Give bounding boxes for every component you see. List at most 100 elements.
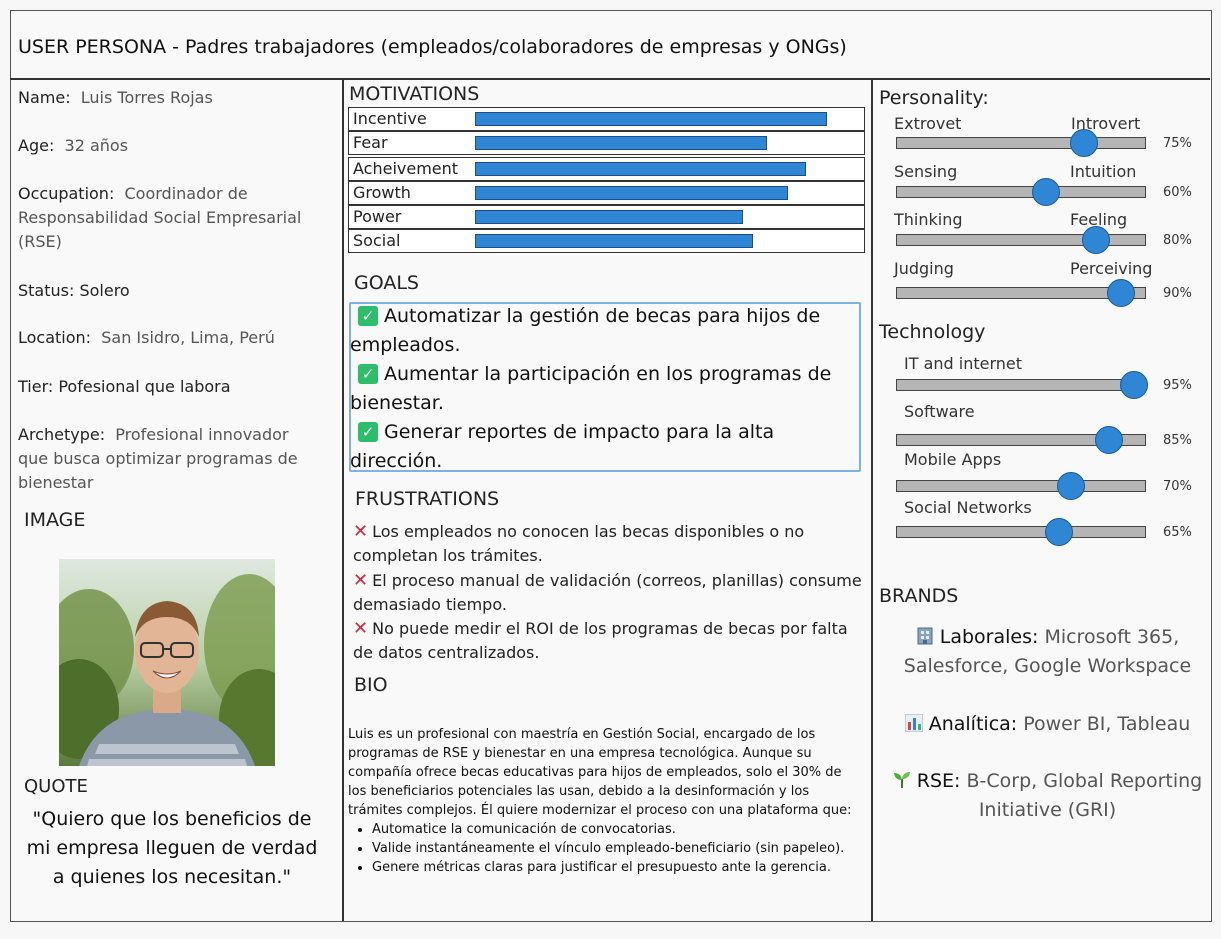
brand-item: Analítica: Power BI, Tableau [885, 710, 1210, 739]
technology-slider[interactable] [896, 518, 1146, 546]
motivation-label: Power [353, 207, 402, 226]
motivation-row: Incentive [348, 107, 865, 131]
brand-value: Power BI, Tableau [1023, 713, 1191, 735]
trait-percent: 75% [1163, 136, 1192, 151]
trait-left-label: Extrovet [894, 114, 962, 133]
cross-icon: ✕ [353, 521, 369, 542]
tech-percent: 70% [1163, 479, 1192, 494]
motivation-bar [475, 112, 827, 126]
location-field: Location: San Isidro, Lima, Perú [18, 326, 328, 350]
page-title: USER PERSONA - Padres trabajadores (empl… [18, 36, 847, 58]
bio-paragraph: Luis es un profesional con maestría en G… [348, 727, 852, 818]
checkmark-icon: ✓ [358, 364, 378, 384]
tech-label: Software [904, 402, 975, 421]
name-label: Name: [18, 88, 71, 107]
trait-left-label: Thinking [894, 210, 963, 229]
motivation-label: Incentive [353, 109, 427, 128]
motivation-row: Social [348, 229, 865, 253]
age-value: 32 años [64, 136, 129, 155]
slider-knob[interactable] [1070, 129, 1098, 157]
brand-label: Analítica: [928, 713, 1018, 735]
brand-item: Laborales: Microsoft 365, Salesforce, Go… [885, 623, 1210, 681]
motivation-row: Fear [348, 131, 865, 155]
slider-knob[interactable] [1120, 371, 1148, 399]
frustration-item: ✕ El proceso manual de validación (correo… [353, 569, 863, 617]
motivation-row: Growth [348, 181, 865, 205]
bio-list: Automatice la comunicación de convocator… [348, 820, 863, 877]
bio-text: Luis es un profesional con maestría en G… [348, 725, 863, 877]
occupation-field: Occupation: Coordinador de Responsabilid… [18, 182, 328, 254]
tech-percent: 85% [1163, 433, 1192, 448]
goal-text: Generar reportes de impacto para la alta… [350, 421, 775, 472]
trait-percent: 60% [1163, 185, 1192, 200]
motivations-header: MOTIVATIONS [349, 83, 480, 105]
motivation-bar [475, 234, 753, 248]
slider-knob[interactable] [1082, 226, 1110, 254]
archetype-field: Archetype: Profesional innovador que bus… [18, 423, 318, 495]
age-field: Age: 32 años [18, 134, 328, 158]
trait-left-label: Sensing [894, 162, 958, 181]
goal-text: Automatizar la gestión de becas para hij… [350, 305, 821, 356]
slider-knob[interactable] [1095, 426, 1123, 454]
personality-slider[interactable] [896, 178, 1146, 206]
brands-header: BRANDS [879, 585, 959, 607]
motivation-bar [475, 210, 743, 224]
tech-label: Social Networks [904, 498, 1032, 517]
frustration-text: Los empleados no conocen las becas dispo… [353, 522, 805, 565]
slider-knob[interactable] [1057, 472, 1085, 500]
slider-knob[interactable] [1032, 178, 1060, 206]
checkmark-icon: ✓ [358, 422, 378, 442]
slider-knob[interactable] [1107, 279, 1135, 307]
trait-right-label: Intuition [1070, 162, 1137, 181]
goal-item: ✓ Aumentar la participación en los progra… [350, 360, 860, 418]
trait-left-label: Judging [894, 259, 954, 278]
frustration-item: ✕ Los empleados no conocen las becas disp… [353, 520, 863, 568]
persona-quote: "Quiero que los beneficios de mi empresa… [26, 808, 318, 888]
bio-bullet: Genere métricas claras para justificar e… [372, 858, 863, 877]
motivations-table: Incentive Fear Acheivement Growth Power … [348, 107, 865, 253]
personality-slider[interactable] [896, 129, 1146, 157]
location-label: Location: [18, 328, 92, 347]
persona-photo [59, 559, 275, 766]
tech-percent: 65% [1163, 525, 1192, 540]
bio-bullet: Valide instantáneamente el vínculo emple… [372, 839, 863, 858]
trait-percent: 80% [1163, 233, 1192, 248]
office-building-icon [916, 625, 934, 645]
occupation-label: Occupation: [18, 184, 115, 203]
archetype-label: Archetype: [18, 425, 106, 444]
frustration-item: ✕ No puede medir el ROI de los programas … [353, 617, 863, 665]
cross-icon: ✕ [353, 618, 369, 639]
bio-header: BIO [354, 674, 388, 696]
technology-slider[interactable] [896, 472, 1146, 500]
column-divider-right [871, 79, 873, 921]
goal-item: ✓ Generar reportes de impacto para la alt… [350, 418, 860, 476]
technology-slider[interactable] [896, 426, 1146, 454]
bio-bullet: Automatice la comunicación de convocator… [372, 820, 863, 839]
cross-icon: ✕ [353, 570, 369, 591]
column-divider-left [342, 79, 344, 921]
name-value: Luis Torres Rojas [80, 88, 213, 107]
seedling-icon [893, 769, 911, 788]
frustration-text: No puede medir el ROI de los programas d… [353, 619, 848, 662]
slider-knob[interactable] [1045, 518, 1073, 546]
bar-chart-icon [904, 712, 924, 733]
motivation-label: Growth [353, 183, 411, 202]
status-field: Status: Solero [18, 281, 130, 300]
tech-percent: 95% [1163, 378, 1192, 393]
personality-header: Personality: [879, 87, 989, 109]
motivation-bar [475, 136, 767, 150]
brand-label: Laborales: [939, 626, 1039, 648]
personality-slider[interactable] [896, 226, 1146, 254]
motivation-label: Acheivement [353, 159, 459, 178]
image-header: IMAGE [24, 509, 86, 531]
tech-label: IT and internet [904, 354, 1023, 373]
personality-slider[interactable] [896, 279, 1146, 307]
checkmark-icon: ✓ [358, 306, 378, 326]
frustration-text: El proceso manual de validación (correos… [353, 571, 862, 614]
technology-slider[interactable] [896, 371, 1148, 399]
brand-value: B-Corp, Global Reporting Initiative (GRI… [966, 770, 1203, 821]
quote-header: QUOTE [24, 776, 88, 797]
location-value: San Isidro, Lima, Perú [101, 328, 275, 347]
motivation-bar [475, 162, 806, 176]
motivation-row: Acheivement [348, 157, 865, 181]
